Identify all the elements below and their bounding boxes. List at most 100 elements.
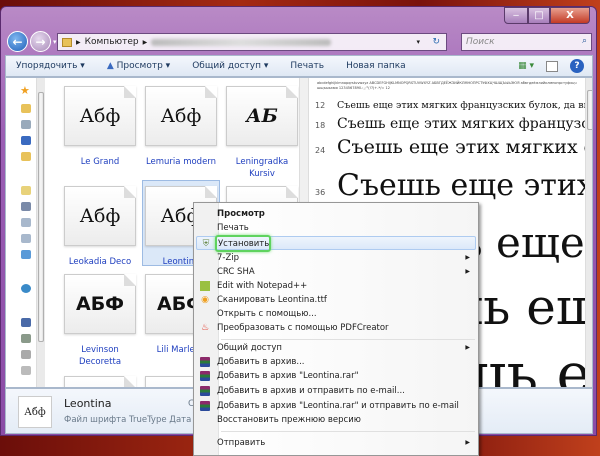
menu-item-7zip[interactable]: 7-Zip ▶ xyxy=(196,251,476,265)
preview-scrollbar[interactable] xyxy=(585,78,592,387)
desktop-icon[interactable] xyxy=(21,136,31,145)
winrar-icon xyxy=(200,357,210,367)
minimize-button[interactable]: ‒ xyxy=(504,7,528,24)
preview-scrollbar-thumb[interactable] xyxy=(587,90,592,130)
font-label[interactable]: Le Grand xyxy=(60,156,140,168)
blurred-path xyxy=(151,38,332,46)
menu-item-send-to[interactable]: Отправить ▶ xyxy=(196,436,476,450)
menu-separator xyxy=(221,339,475,340)
size-label: 36 xyxy=(315,188,326,197)
maximize-button[interactable]: □ xyxy=(528,7,550,24)
recent-places-icon[interactable] xyxy=(21,120,31,129)
back-button[interactable]: ← xyxy=(7,31,28,52)
font-label[interactable]: Lemuria modern xyxy=(141,156,221,168)
menu-item-open-with[interactable]: Открыть с помощью... xyxy=(196,307,476,321)
video-icon[interactable] xyxy=(21,234,31,243)
menu-item-archive-email[interactable]: Добавить в архив и отправить по e-mail..… xyxy=(196,384,476,398)
context-menu: Просмотр Печать ⛨ Установить 7-Zip ▶ CRC S… xyxy=(193,202,479,456)
menu-label: Добавить в архив... xyxy=(217,357,305,367)
folder-icon xyxy=(62,37,72,47)
menu-label: Открыть с помощью... xyxy=(217,309,317,319)
preview-pane-toggle-icon[interactable] xyxy=(546,60,558,72)
menu-label: Печать xyxy=(217,223,249,233)
font-thumbnail[interactable]: АБ xyxy=(226,86,298,146)
search-input[interactable]: Поиск ⌕ xyxy=(461,33,592,51)
drive-icon[interactable] xyxy=(21,366,31,375)
highlight-outline xyxy=(215,235,271,252)
details-thumbnail: Абф xyxy=(18,396,52,428)
breadcrumb-computer[interactable]: Компьютер xyxy=(85,37,139,47)
font-label[interactable]: Levinson Decoretta xyxy=(60,344,140,368)
font-label[interactable]: Leningradka Kursiv xyxy=(222,156,302,180)
address-bar[interactable]: ▶ Компьютер ▶ ▾ ↻ xyxy=(57,33,447,51)
libraries-folder-icon[interactable] xyxy=(21,152,31,161)
menu-item-crc-sha[interactable]: CRC SHA ▶ xyxy=(196,265,476,279)
menu-item-scan[interactable]: ◉ Сканировать Leontina.ttf xyxy=(196,293,476,307)
homegroup-icon[interactable] xyxy=(21,284,31,293)
share-button[interactable]: Общий доступ ▾ xyxy=(192,61,268,71)
nav-scrollbar[interactable] xyxy=(36,78,45,387)
menu-separator xyxy=(221,431,475,432)
menu-item-pdfcreator[interactable]: ♨ Преобразовать с помощью PDFCreator xyxy=(196,321,476,335)
preview-button[interactable]: ▲ Просмотр ▾ xyxy=(107,61,170,71)
history-dropdown-icon[interactable]: ▾ xyxy=(53,38,57,46)
menu-label: Просмотр xyxy=(217,209,265,219)
drive-icon[interactable] xyxy=(21,334,31,343)
font-thumbnail[interactable]: Абф xyxy=(64,86,136,146)
preview-line-36: 36 Съешь еще этих мягких xyxy=(315,168,592,203)
menu-item-preview[interactable]: Просмотр xyxy=(196,207,476,221)
menu-label: Добавить в архив "Leontina.rar" xyxy=(217,371,359,381)
preview-text: Съешь еще этих мягких французских булок,… xyxy=(337,100,592,111)
font-thumbnail[interactable] xyxy=(64,376,136,387)
menu-item-share[interactable]: Общий доступ ▶ xyxy=(196,341,476,355)
pdfcreator-icon: ♨ xyxy=(200,323,210,333)
refresh-icon[interactable]: ↻ xyxy=(432,37,440,47)
menu-item-notepad[interactable]: Edit with Notepad++ xyxy=(196,279,476,293)
size-label: 24 xyxy=(315,146,326,155)
menu-label: Восстановить прежнюю версию xyxy=(217,415,361,425)
favorites-star-icon[interactable]: ★ xyxy=(20,84,30,97)
menu-item-add-archive[interactable]: Добавить в архив... xyxy=(196,355,476,369)
forward-button[interactable]: → xyxy=(30,31,51,52)
details-file-name: Leontina xyxy=(64,397,112,410)
search-placeholder: Поиск xyxy=(466,37,495,47)
view-options-icon[interactable]: ▦ ▾ xyxy=(518,61,534,71)
menu-item-add-rar[interactable]: Добавить в архив "Leontina.rar" xyxy=(196,369,476,383)
submenu-arrow-icon: ▶ xyxy=(465,254,470,261)
font-thumbnail[interactable]: Абф xyxy=(64,186,136,246)
libraries-icon[interactable] xyxy=(21,186,31,195)
size-label: 18 xyxy=(315,121,326,130)
documents-icon[interactable] xyxy=(21,202,31,211)
menu-item-restore-version[interactable]: Восстановить прежнюю версию xyxy=(196,413,476,427)
menu-item-install[interactable]: ⛨ Установить xyxy=(196,235,476,252)
menu-label: Добавить в архив "Leontina.rar" и отправ… xyxy=(217,401,459,411)
downloads-folder-icon[interactable] xyxy=(21,104,31,113)
organize-button[interactable]: Упорядочить ▾ xyxy=(16,61,85,71)
menu-item-rar-email[interactable]: Добавить в архив "Leontina.rar" и отправ… xyxy=(196,399,476,413)
preview-icon: ▲ xyxy=(106,61,114,71)
menu-label: Сканировать Leontina.ttf xyxy=(217,295,327,305)
computer-icon[interactable] xyxy=(21,318,31,327)
menu-label: Добавить в архив и отправить по e-mail..… xyxy=(217,386,405,396)
font-thumbnail[interactable]: Абф xyxy=(145,86,217,146)
font-thumbnail[interactable]: АБФ xyxy=(64,274,136,334)
navigation-pane: ★ xyxy=(6,78,46,387)
menu-item-print[interactable]: Печать xyxy=(196,221,476,235)
print-button[interactable]: Печать xyxy=(290,61,324,71)
preview-label: Просмотр ▾ xyxy=(116,61,171,71)
music-icon[interactable] xyxy=(21,250,31,259)
winrar-icon xyxy=(200,371,210,381)
breadcrumb-separator-icon[interactable]: ▶ xyxy=(143,39,148,46)
submenu-arrow-icon: ▶ xyxy=(465,344,470,351)
file-type: Файл шрифта TrueType xyxy=(64,415,167,425)
address-dropdown-icon[interactable]: ▾ xyxy=(416,38,420,46)
breadcrumb-separator-icon[interactable]: ▶ xyxy=(76,39,81,46)
new-folder-button[interactable]: Новая папка xyxy=(346,61,406,71)
close-button[interactable]: X xyxy=(550,7,590,24)
search-icon[interactable]: ⌕ xyxy=(582,36,587,46)
help-icon[interactable]: ? xyxy=(570,59,584,73)
drive-icon[interactable] xyxy=(21,350,31,359)
nav-scrollbar-thumb[interactable] xyxy=(38,92,44,342)
font-label[interactable]: Leokadia Deco xyxy=(60,256,140,268)
pictures-icon[interactable] xyxy=(21,218,31,227)
